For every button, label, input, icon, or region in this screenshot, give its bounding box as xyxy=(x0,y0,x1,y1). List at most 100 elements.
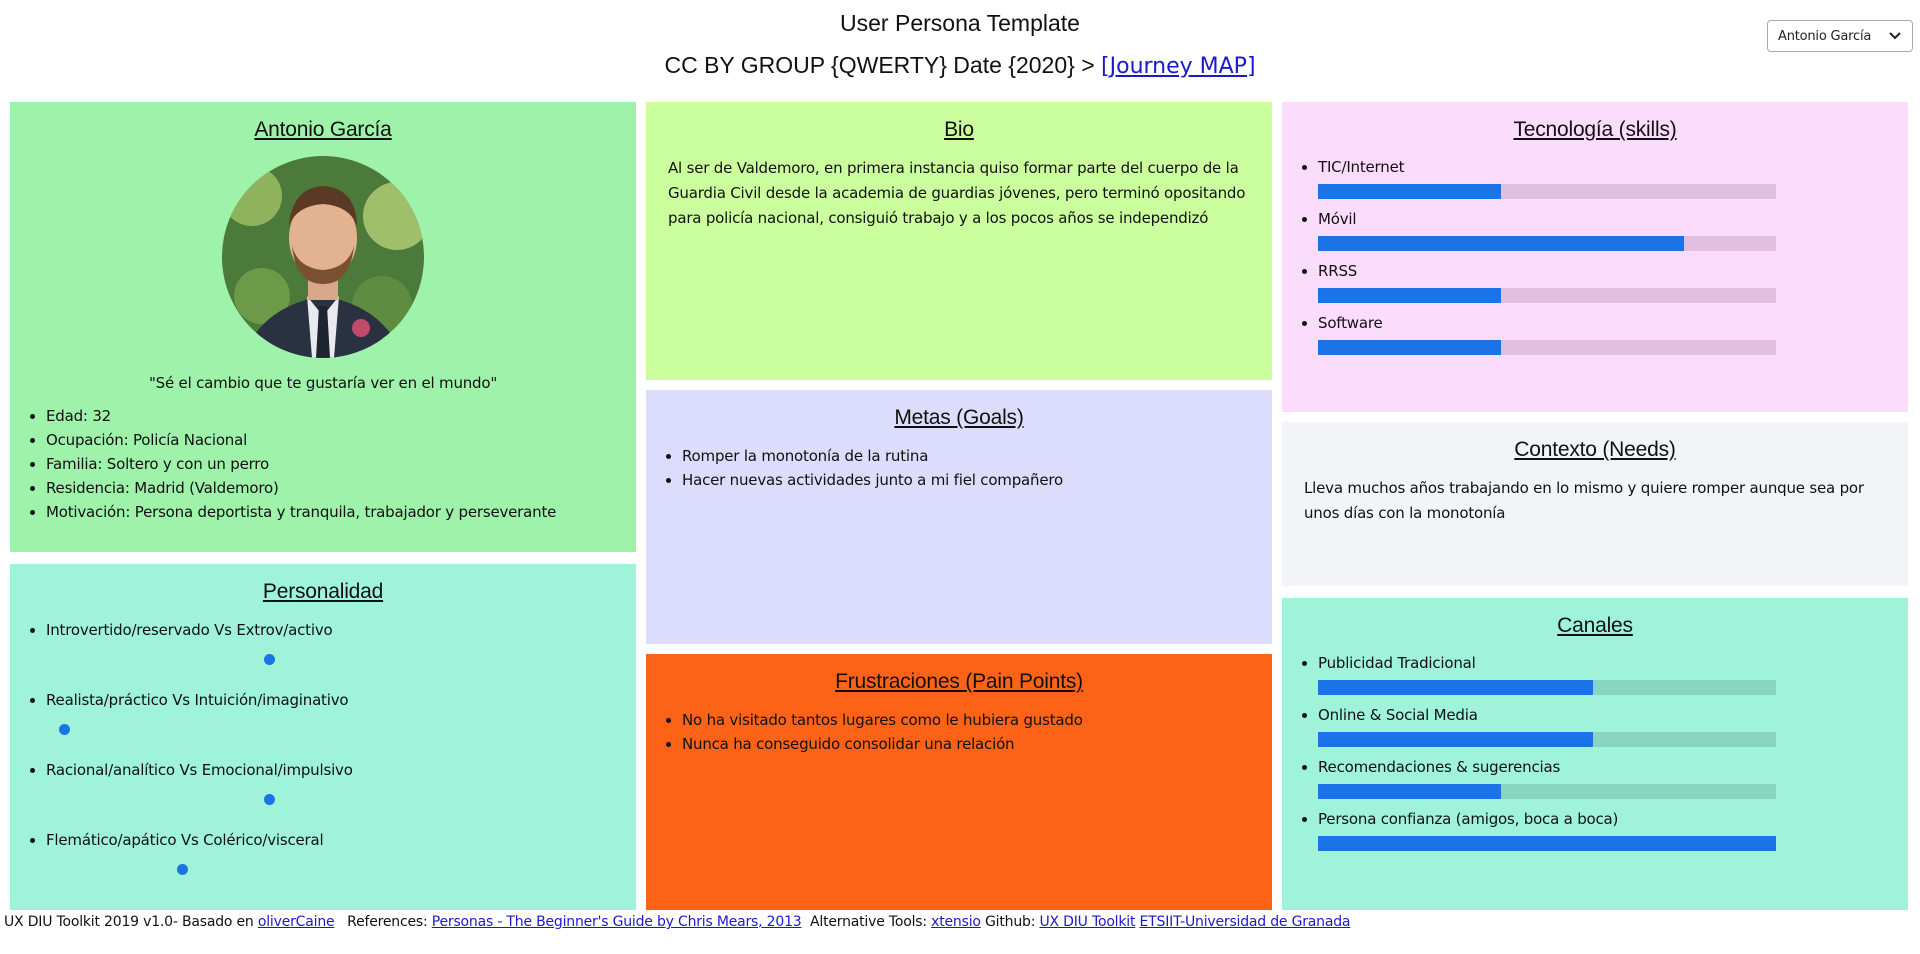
bio-text: Al ser de Valdemoro, en primera instanci… xyxy=(668,159,1246,227)
trait-slider-handle[interactable] xyxy=(264,654,275,665)
footer-link-etsiit[interactable]: ETSIIT-Universidad de Granada xyxy=(1140,914,1351,930)
goal-item: Romper la monotonía de la rutina xyxy=(682,444,1250,468)
footer-link-olivercaine[interactable]: oliverCaine xyxy=(258,914,335,930)
channel-bar xyxy=(1318,784,1776,799)
skill-label: TIC/Internet xyxy=(1318,158,1405,176)
skill-item: TIC/Internet xyxy=(1318,156,1886,199)
journey-map-link[interactable]: [Journey MAP] xyxy=(1101,54,1256,79)
channel-label: Persona confianza (amigos, boca a boca) xyxy=(1318,810,1619,828)
detail-family: Familia: Soltero y con un perro xyxy=(46,452,614,476)
skill-label: RRSS xyxy=(1318,262,1358,280)
skill-label: Móvil xyxy=(1318,210,1357,228)
footer-github-label: Github: xyxy=(985,914,1036,930)
skill-bar-fill xyxy=(1318,236,1685,251)
skills-list: TIC/Internet Móvil RRSS Software xyxy=(1304,156,1886,355)
trait-item: Racional/analítico Vs Emocional/impulsiv… xyxy=(46,758,614,822)
detail-residence: Residencia: Madrid (Valdemoro) xyxy=(46,476,614,500)
skill-bar-fill xyxy=(1318,288,1502,303)
channels-title: Canales xyxy=(1557,614,1633,637)
context-panel: Contexto (Needs) Lleva muchos años traba… xyxy=(1282,422,1908,586)
detail-occupation: Ocupación: Policía Nacional xyxy=(46,428,614,452)
channel-bar-fill xyxy=(1318,784,1502,799)
channel-bar xyxy=(1318,732,1776,747)
footer-prefix: UX DIU Toolkit 2019 v1.0- Basado en xyxy=(4,914,254,930)
profile-quote: "Sé el cambio que te gustaría ver en el … xyxy=(148,374,498,392)
channels-panel: Canales Publicidad Tradicional Online & … xyxy=(1282,598,1908,910)
trait-item: Introvertido/reservado Vs Extrov/activo xyxy=(46,618,614,682)
bio-panel: Bio Al ser de Valdemoro, en primera inst… xyxy=(646,102,1272,380)
persona-select-value: Antonio García xyxy=(1778,28,1872,44)
footer-link-personas-guide[interactable]: Personas - The Beginner's Guide by Chris… xyxy=(432,914,802,930)
frustrations-title: Frustraciones (Pain Points) xyxy=(835,670,1083,693)
skill-bar xyxy=(1318,184,1776,199)
frustrations-panel: Frustraciones (Pain Points) No ha visita… xyxy=(646,654,1272,910)
detail-age: Edad: 32 xyxy=(46,404,614,428)
channel-item: Recomendaciones & sugerencias xyxy=(1318,756,1886,799)
bio-title: Bio xyxy=(944,118,974,141)
goals-list: Romper la monotonía de la rutina Hacer n… xyxy=(668,444,1250,492)
skill-bar xyxy=(1318,340,1776,355)
skill-bar-fill xyxy=(1318,340,1502,355)
goals-panel: Metas (Goals) Romper la monotonía de la … xyxy=(646,390,1272,644)
channel-bar-fill xyxy=(1318,732,1593,747)
channel-bar-fill xyxy=(1318,680,1593,695)
frustration-item: Nunca ha conseguido consolidar una relac… xyxy=(682,732,1250,756)
page-subtitle: CC BY GROUP {QWERTY} Date {2020} > [Jour… xyxy=(0,52,1920,79)
skill-bar xyxy=(1318,236,1776,251)
skill-bar xyxy=(1318,288,1776,303)
avatar xyxy=(222,156,424,358)
personality-panel: Personalidad Introvertido/reservado Vs E… xyxy=(10,564,636,910)
trait-label: Realista/práctico Vs Intuición/imaginati… xyxy=(46,691,349,709)
profile-panel: Antonio García "Sé el cambio que te gust… xyxy=(10,102,636,552)
context-text: Lleva muchos años trabajando en lo mismo… xyxy=(1304,479,1864,522)
chevron-down-icon xyxy=(1889,32,1901,40)
profile-details: Edad: 32 Ocupación: Policía Nacional Fam… xyxy=(32,404,614,524)
frustrations-list: No ha visitado tantos lugares como le hu… xyxy=(668,708,1250,756)
technology-title: Tecnología (skills) xyxy=(1513,118,1677,141)
channel-bar xyxy=(1318,680,1776,695)
skill-item: RRSS xyxy=(1318,260,1886,303)
trait-slider[interactable] xyxy=(32,642,490,682)
goal-item: Hacer nuevas actividades junto a mi fiel… xyxy=(682,468,1250,492)
channel-item: Publicidad Tradicional xyxy=(1318,652,1886,695)
page-title: User Persona Template xyxy=(840,10,1080,36)
persona-select[interactable]: Antonio García xyxy=(1767,20,1913,52)
skill-label: Software xyxy=(1318,314,1383,332)
personality-title: Personalidad xyxy=(262,580,384,603)
footer-link-xtensio[interactable]: xtensio xyxy=(931,914,981,930)
trait-slider[interactable] xyxy=(32,852,490,892)
trait-slider-handle[interactable] xyxy=(264,794,275,805)
goals-title: Metas (Goals) xyxy=(894,406,1024,429)
trait-item: Flemático/apático Vs Colérico/visceral xyxy=(46,828,614,892)
channel-label: Online & Social Media xyxy=(1318,706,1478,724)
detail-motivation: Motivación: Persona deportista y tranqui… xyxy=(46,500,614,524)
technology-panel: Tecnología (skills) TIC/Internet Móvil R… xyxy=(1282,102,1908,412)
trait-label: Introvertido/reservado Vs Extrov/activo xyxy=(46,621,333,639)
profile-name: Antonio García xyxy=(254,118,392,141)
footer: UX DIU Toolkit 2019 v1.0- Basado en oliv… xyxy=(4,914,1350,930)
channel-bar-fill xyxy=(1318,836,1776,851)
trait-slider-handle[interactable] xyxy=(59,724,71,735)
footer-alt-label: Alternative Tools: xyxy=(810,914,927,930)
trait-label: Racional/analítico Vs Emocional/impulsiv… xyxy=(46,761,353,779)
trait-slider[interactable] xyxy=(32,782,490,822)
trait-label: Flemático/apático Vs Colérico/visceral xyxy=(46,831,324,849)
trait-slider[interactable] xyxy=(32,712,490,752)
channel-bar xyxy=(1318,836,1776,851)
channel-item: Persona confianza (amigos, boca a boca) xyxy=(1318,808,1886,851)
footer-link-toolkit[interactable]: UX DIU Toolkit xyxy=(1039,914,1135,930)
channel-label: Recomendaciones & sugerencias xyxy=(1318,758,1561,776)
trait-slider-handle[interactable] xyxy=(176,864,188,875)
skill-bar-fill xyxy=(1318,184,1502,199)
trait-list: Introvertido/reservado Vs Extrov/activo … xyxy=(32,618,614,892)
subtitle-text: CC BY GROUP {QWERTY} Date {2020} > xyxy=(664,52,1095,78)
frustration-item: No ha visitado tantos lugares como le hu… xyxy=(682,708,1250,732)
channel-label: Publicidad Tradicional xyxy=(1318,654,1476,672)
skill-item: Móvil xyxy=(1318,208,1886,251)
context-title: Contexto (Needs) xyxy=(1514,438,1676,461)
channels-list: Publicidad Tradicional Online & Social M… xyxy=(1304,652,1886,851)
trait-item: Realista/práctico Vs Intuición/imaginati… xyxy=(46,688,614,752)
footer-refs-label: References: xyxy=(347,914,428,930)
skill-item: Software xyxy=(1318,312,1886,355)
channel-item: Online & Social Media xyxy=(1318,704,1886,747)
